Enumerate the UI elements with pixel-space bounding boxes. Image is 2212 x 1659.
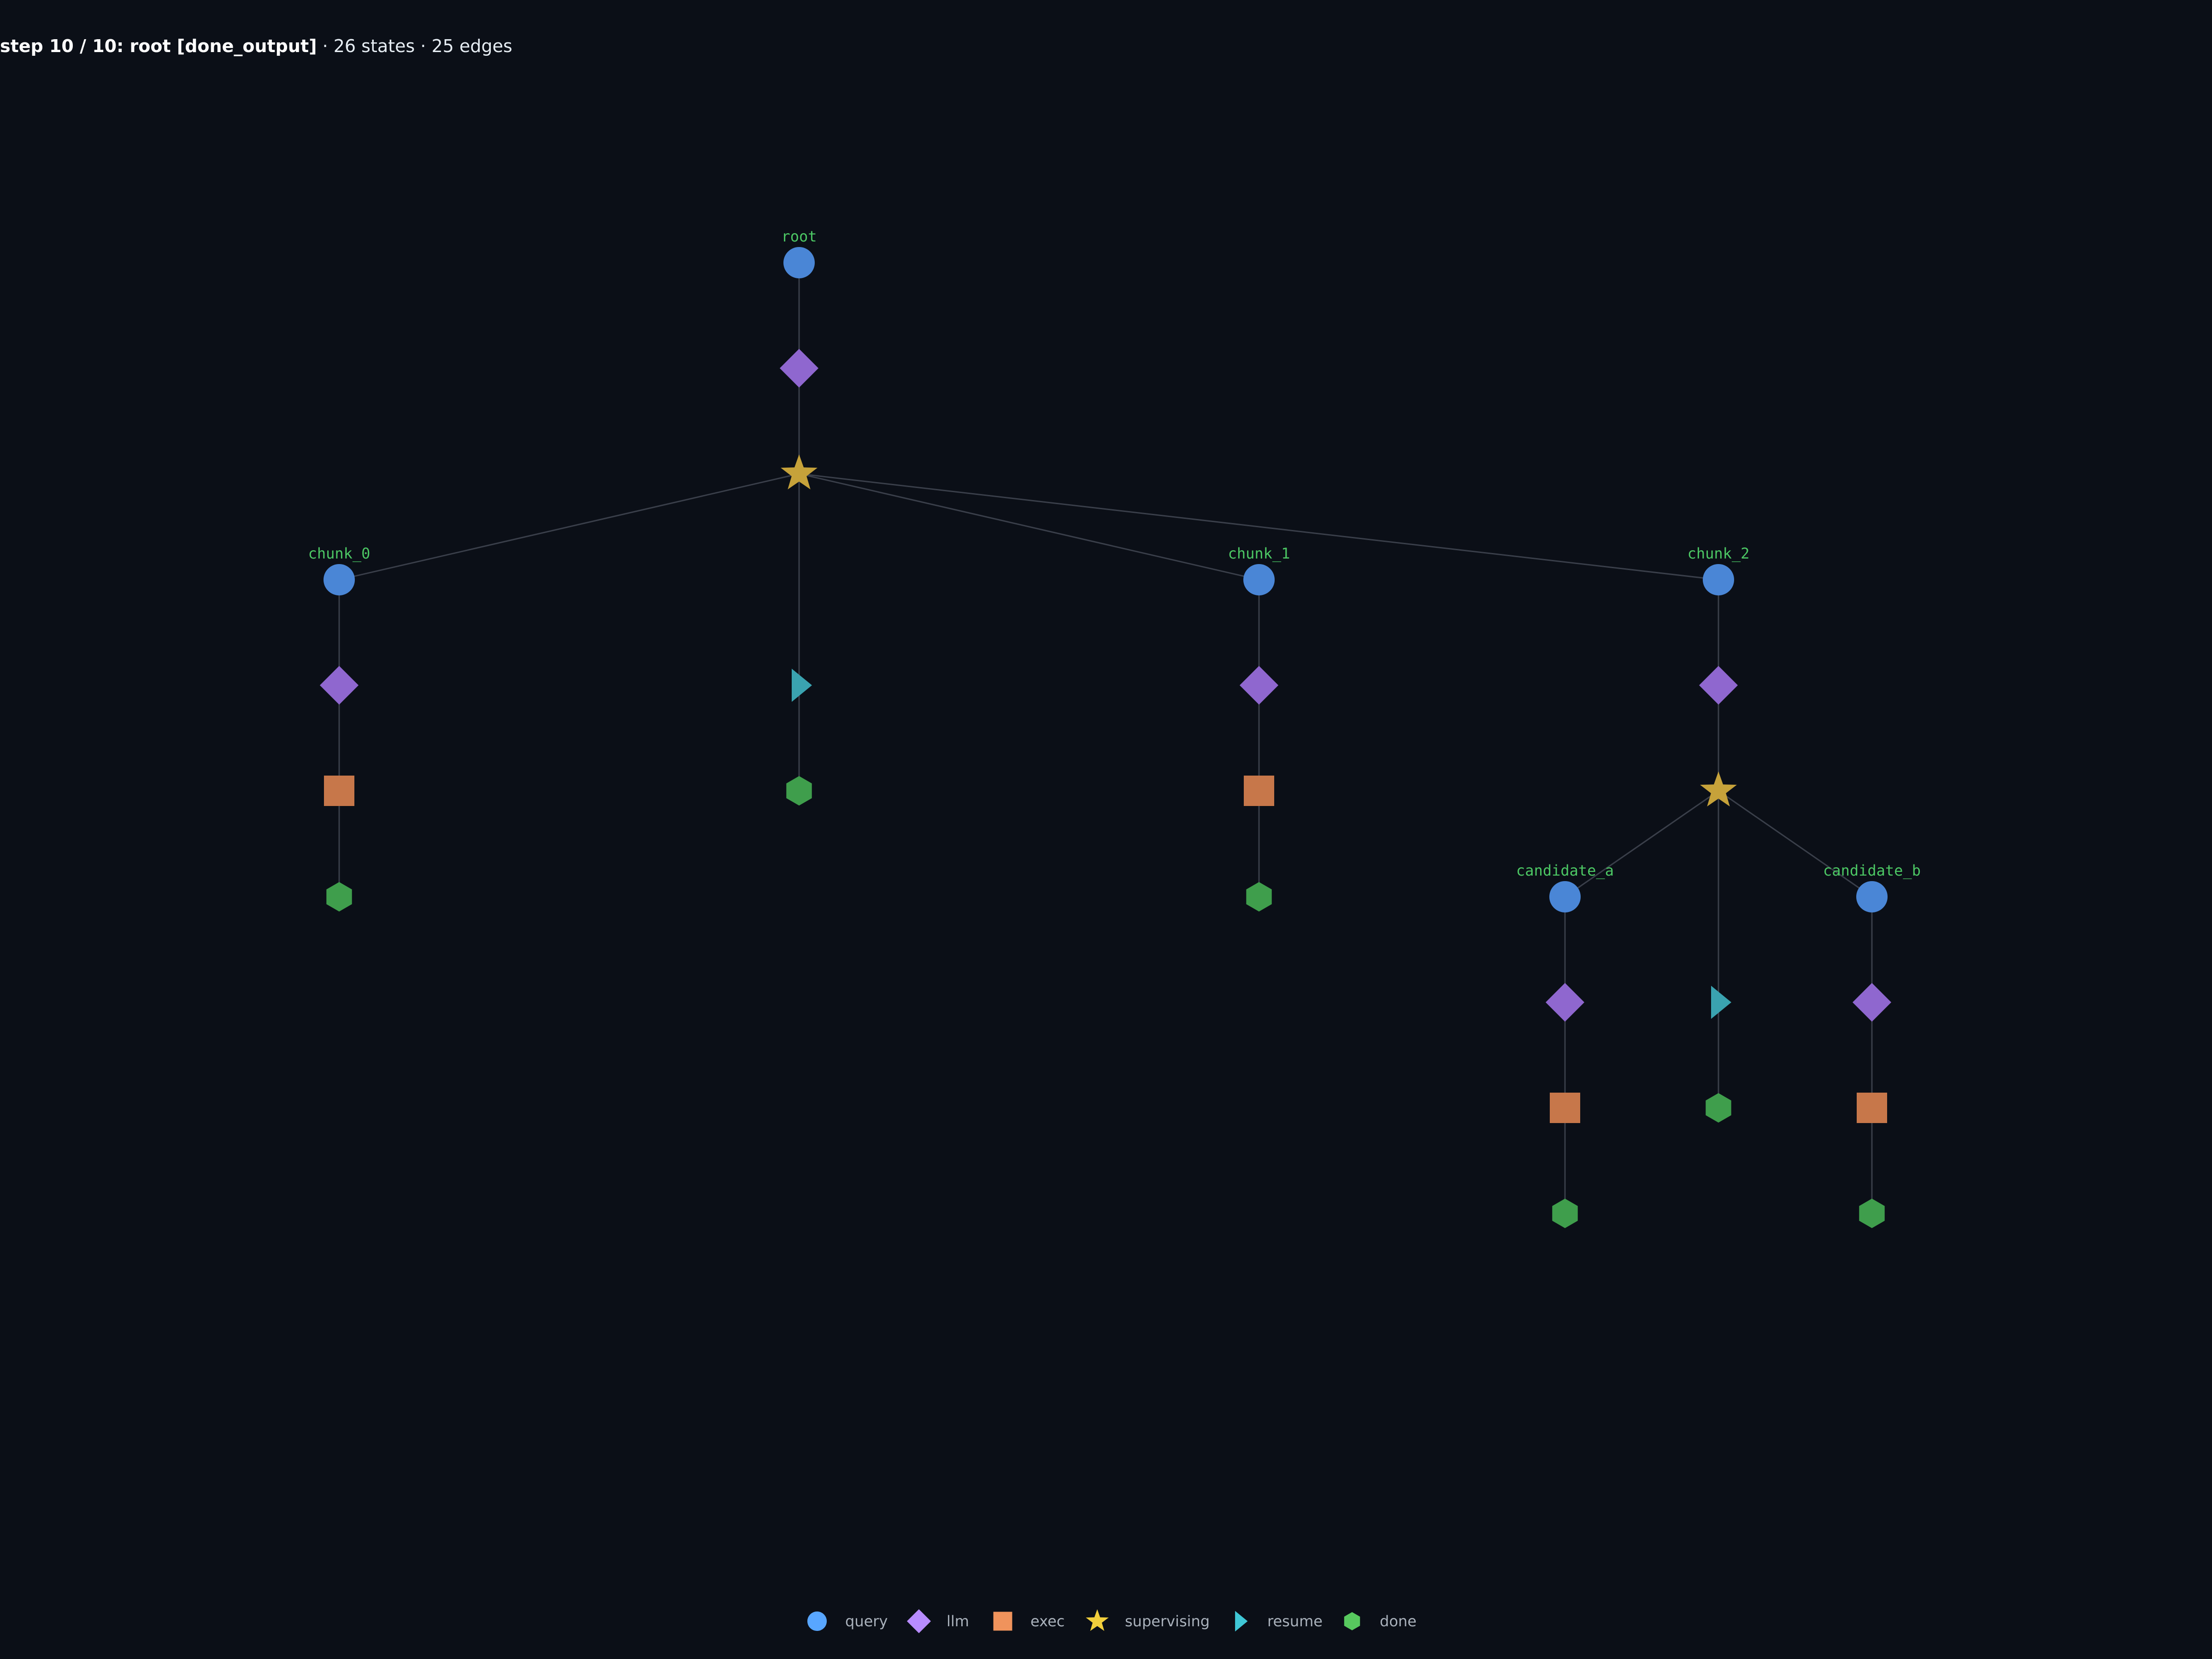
legend-label: llm bbox=[947, 1612, 969, 1630]
legend-label: exec bbox=[1030, 1612, 1065, 1630]
node-done[interactable] bbox=[1859, 1199, 1885, 1228]
node-label: candidate_a bbox=[1516, 862, 1614, 879]
query-node-shape bbox=[324, 564, 355, 595]
node-resume[interactable] bbox=[1711, 986, 1731, 1019]
node-query[interactable]: candidate_b bbox=[1823, 862, 1921, 912]
query-node-shape bbox=[1243, 564, 1275, 595]
edge bbox=[799, 473, 1259, 581]
node-llm[interactable] bbox=[1853, 983, 1891, 1022]
node-llm[interactable] bbox=[1546, 983, 1584, 1022]
square-icon bbox=[993, 1612, 1012, 1631]
node-label: chunk_1 bbox=[1228, 545, 1290, 562]
legend-item-resume: resume bbox=[1235, 1611, 1323, 1632]
edge bbox=[1718, 790, 1872, 898]
node-resume[interactable] bbox=[792, 669, 812, 702]
edge bbox=[339, 473, 800, 581]
llm-node-shape bbox=[780, 349, 818, 388]
edge bbox=[799, 473, 1719, 581]
node-done[interactable] bbox=[786, 776, 812, 806]
triangle-icon bbox=[1235, 1611, 1248, 1632]
query-node-shape bbox=[783, 247, 815, 278]
exec-node-shape bbox=[1550, 1093, 1580, 1123]
llm-node-shape bbox=[1240, 666, 1278, 705]
legend: query llm exec supervising resume done bbox=[807, 1609, 1417, 1634]
node-label: chunk_0 bbox=[308, 545, 371, 562]
edge-layer bbox=[338, 263, 1873, 1213]
legend-item-supervising: supervising bbox=[1086, 1609, 1210, 1631]
llm-node-shape bbox=[1853, 983, 1891, 1022]
done-node-shape bbox=[1552, 1199, 1578, 1228]
query-node-shape bbox=[1549, 881, 1581, 912]
node-query[interactable]: candidate_a bbox=[1516, 862, 1614, 912]
legend-item-llm: llm bbox=[906, 1609, 969, 1634]
node-llm[interactable] bbox=[780, 349, 818, 388]
node-exec[interactable] bbox=[1244, 776, 1274, 806]
exec-node-shape bbox=[1244, 776, 1274, 806]
node-label: candidate_b bbox=[1823, 862, 1921, 879]
node-llm[interactable] bbox=[1240, 666, 1278, 705]
exec-node-shape bbox=[324, 776, 354, 806]
circle-icon bbox=[807, 1611, 827, 1631]
node-query[interactable]: root bbox=[781, 228, 817, 278]
node-label: chunk_2 bbox=[1688, 545, 1750, 562]
legend-item-done: done bbox=[1344, 1612, 1417, 1630]
legend-label: resume bbox=[1267, 1612, 1323, 1630]
star-icon bbox=[1086, 1609, 1109, 1631]
node-query[interactable]: chunk_0 bbox=[308, 545, 371, 595]
node-exec[interactable] bbox=[324, 776, 354, 806]
node-layer: root chunk_0 chunk_1 chunk_2 candidate_a cand… bbox=[308, 228, 1921, 1228]
state-graph: root chunk_0 chunk_1 chunk_2 candidate_a cand… bbox=[308, 228, 1921, 1634]
node-llm[interactable] bbox=[320, 666, 359, 705]
llm-node-shape bbox=[320, 666, 359, 705]
diamond-icon bbox=[906, 1609, 931, 1634]
done-node-shape bbox=[786, 776, 812, 806]
edge bbox=[1565, 790, 1719, 898]
node-done[interactable] bbox=[326, 882, 352, 912]
legend-item-exec: exec bbox=[993, 1612, 1065, 1631]
llm-node-shape bbox=[1546, 983, 1584, 1022]
legend-item-query: query bbox=[807, 1611, 888, 1631]
done-node-shape bbox=[1246, 882, 1272, 912]
node-query[interactable]: chunk_1 bbox=[1228, 545, 1290, 595]
done-node-shape bbox=[1859, 1199, 1885, 1228]
legend-label: query bbox=[845, 1612, 888, 1630]
legend-label: supervising bbox=[1125, 1612, 1210, 1630]
done-node-shape bbox=[1706, 1093, 1731, 1123]
exec-node-shape bbox=[1857, 1093, 1887, 1123]
resume-node-shape bbox=[1711, 986, 1731, 1019]
node-done[interactable] bbox=[1552, 1199, 1578, 1228]
node-label: root bbox=[781, 228, 817, 245]
hexagon-icon bbox=[1344, 1612, 1360, 1630]
llm-node-shape bbox=[1699, 666, 1738, 705]
query-node-shape bbox=[1856, 881, 1888, 912]
node-exec[interactable] bbox=[1550, 1093, 1580, 1123]
legend-label: done bbox=[1380, 1612, 1417, 1630]
done-node-shape bbox=[326, 882, 352, 912]
node-exec[interactable] bbox=[1857, 1093, 1887, 1123]
node-done[interactable] bbox=[1706, 1093, 1731, 1123]
node-done[interactable] bbox=[1246, 882, 1272, 912]
resume-node-shape bbox=[792, 669, 812, 702]
query-node-shape bbox=[1703, 564, 1734, 595]
node-llm[interactable] bbox=[1699, 666, 1738, 705]
node-query[interactable]: chunk_2 bbox=[1688, 545, 1750, 595]
